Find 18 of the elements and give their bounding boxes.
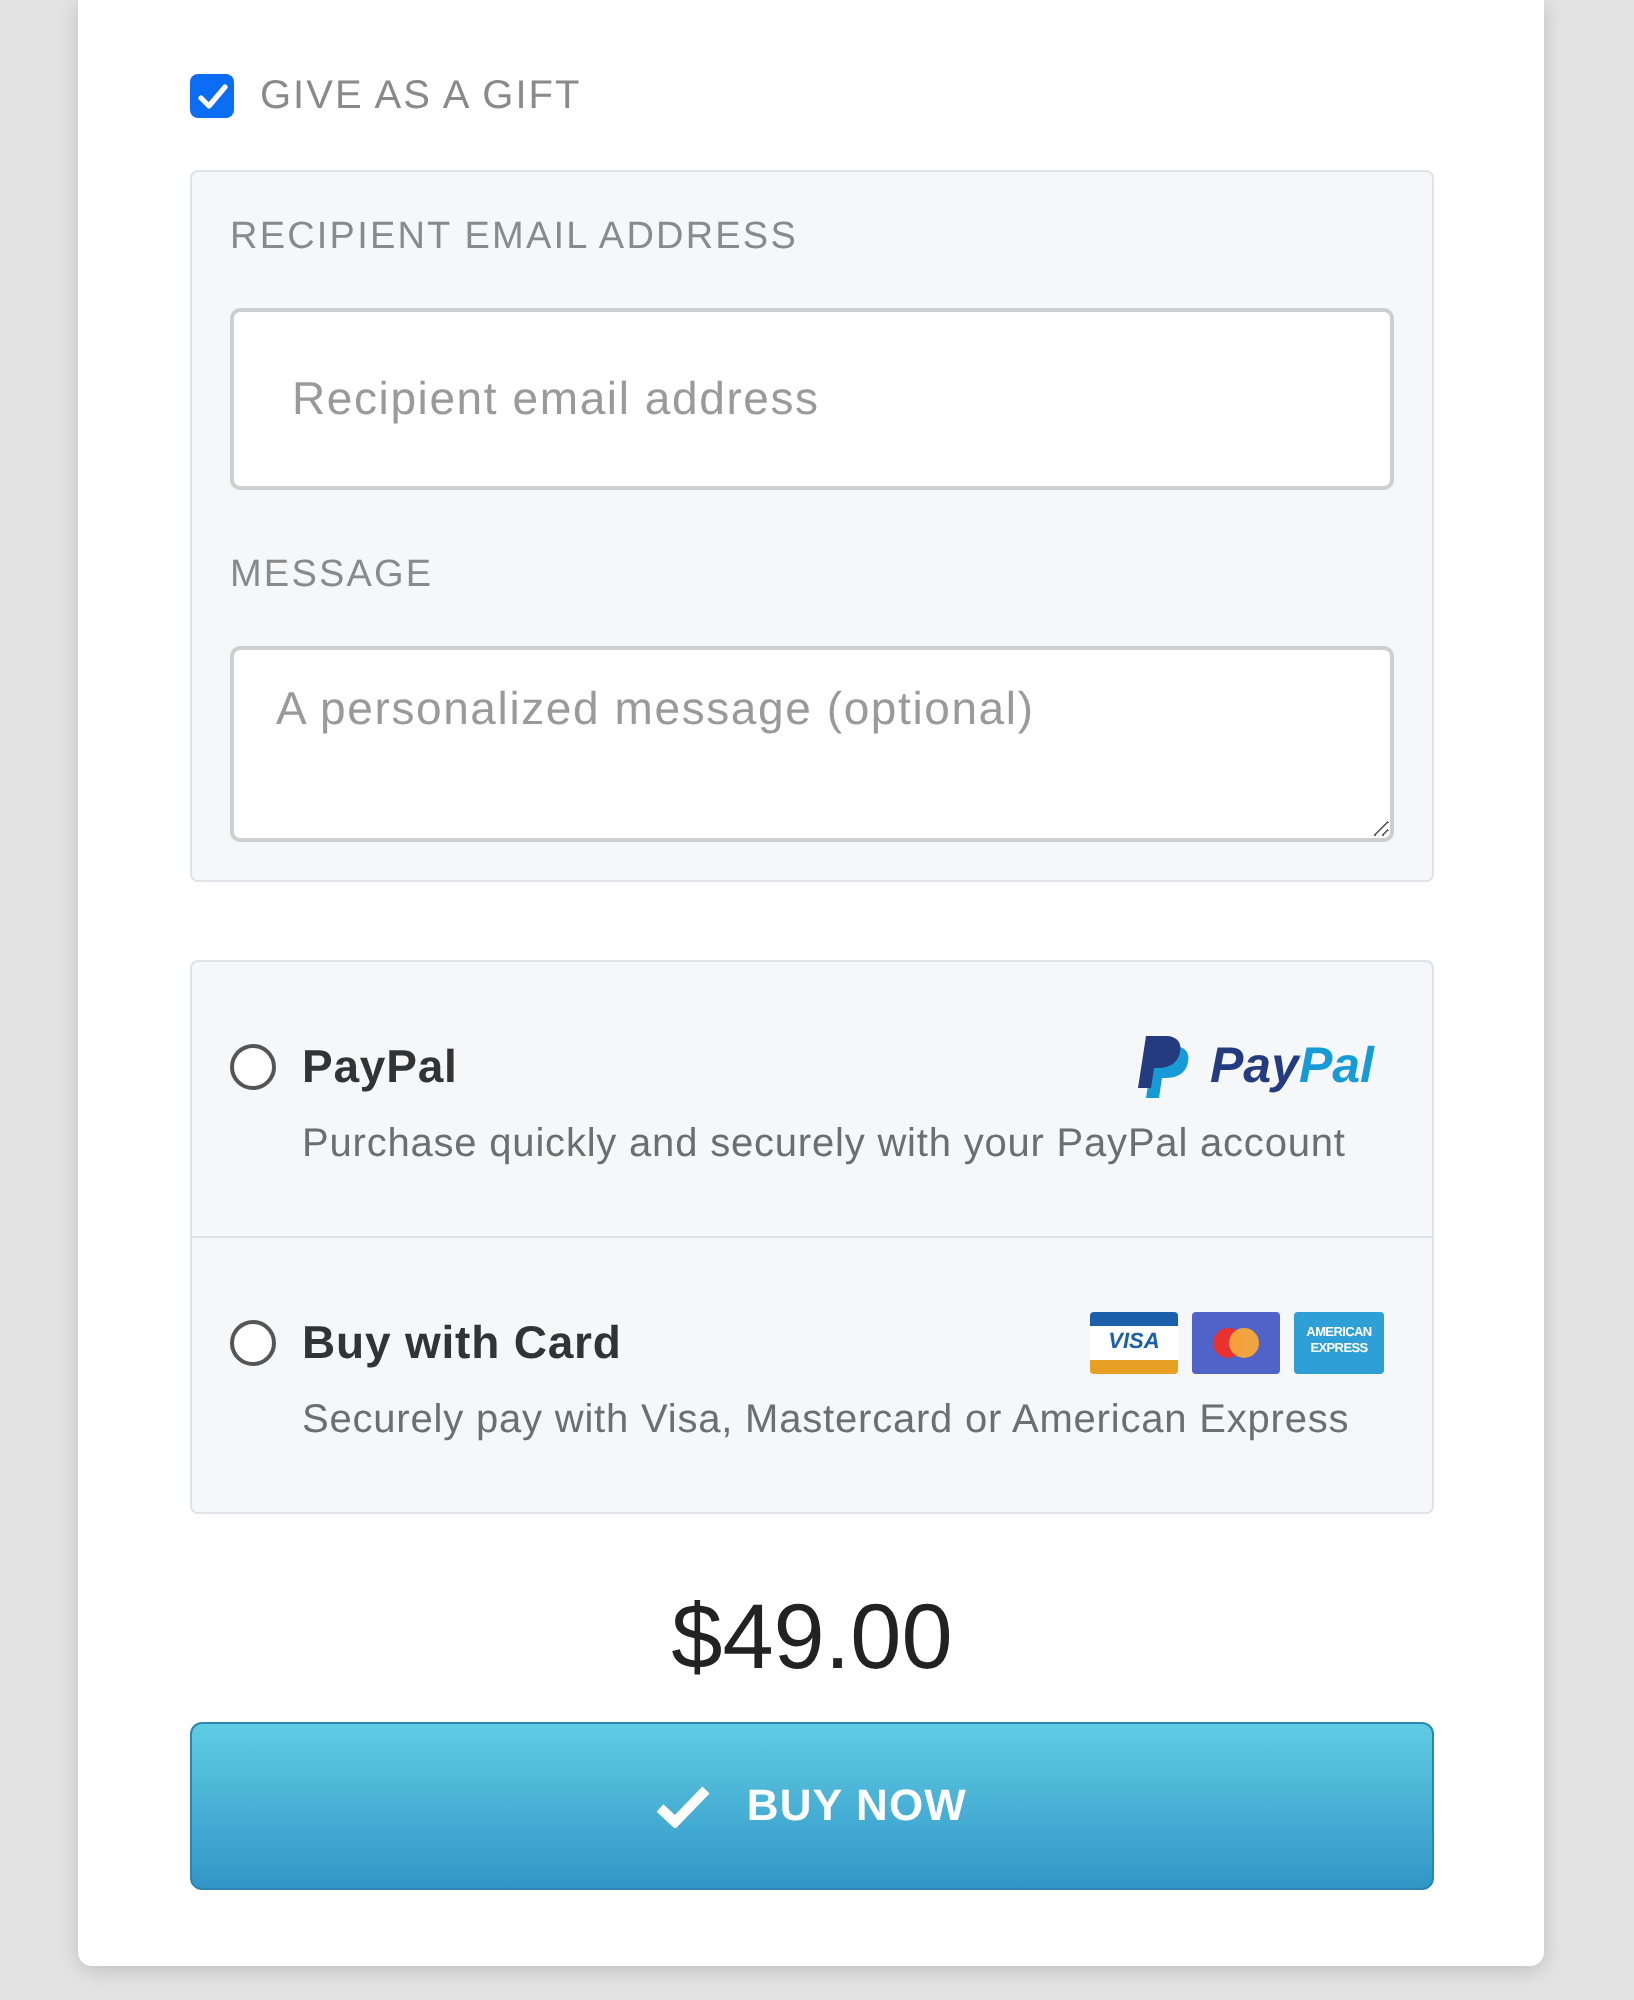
gift-checkbox[interactable]	[190, 74, 234, 118]
card-brand-logo: VISA	[1090, 1311, 1178, 1373]
payment-method-description: Securely pay with Visa, Mastercard or American Express	[302, 1396, 1352, 1444]
price: $49.00	[669, 1586, 955, 1686]
field-label: MESSAGE	[230, 552, 436, 600]
card-circles-icon	[1192, 1311, 1280, 1373]
checkbox-label: GIVE AS A GIFT	[260, 74, 582, 118]
payment-method-title: Buy with Card	[302, 1314, 622, 1370]
payment-method-description: Purchase quickly and securely with your PayPal account	[302, 1120, 1348, 1168]
message-field[interactable]: A personalized message (optional)	[230, 646, 1394, 842]
field-label: RECIPIENT EMAIL ADDRESS	[230, 214, 800, 262]
email-field[interactable]: Recipient email address	[230, 308, 1394, 490]
radio-button[interactable]	[230, 1319, 276, 1365]
buy-now-button[interactable]: BUY NOW	[190, 1722, 1434, 1890]
p-logo-icon	[1137, 1035, 1190, 1097]
payment-method-title: PayPal	[302, 1038, 458, 1094]
radio-button[interactable]	[230, 1043, 276, 1089]
check-icon	[656, 1784, 711, 1828]
